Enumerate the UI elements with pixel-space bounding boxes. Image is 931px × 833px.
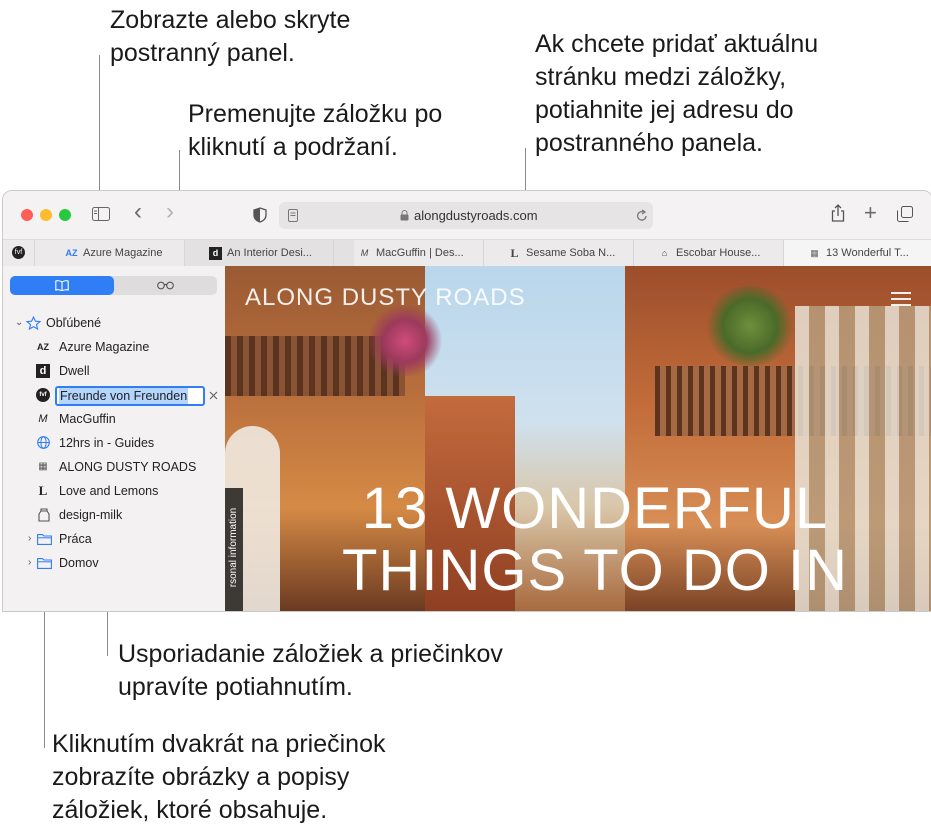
- tab-escobar-house[interactable]: ⌂ Escobar House...: [633, 240, 784, 266]
- tab-sesame-soba[interactable]: L Sesame Soba N...: [483, 240, 634, 266]
- tab-interior-design[interactable]: d An Interior Desi...: [184, 240, 354, 266]
- along-dusty-roads-favicon: ▦: [38, 461, 48, 472]
- design-milk-favicon: [38, 508, 50, 522]
- bookmark-design-milk[interactable]: design-milk: [3, 504, 225, 526]
- folder-icon: [37, 558, 52, 569]
- bookmark-rename-field[interactable]: Freunde von Freunden: [55, 386, 205, 406]
- callout-folder: Kliknutím dvakrát na priečinok zobrazíte…: [52, 730, 386, 824]
- bookmark-dwell[interactable]: d Dwell: [3, 360, 225, 382]
- tab-label: MacGuffin | Des...: [376, 247, 464, 259]
- bookmark-label: 12hrs in - Guides: [59, 436, 155, 450]
- hamburger-menu-icon-line[interactable]: [891, 298, 911, 300]
- site-title[interactable]: ALONG DUSTY ROADS: [245, 284, 526, 312]
- callout-add-page: Ak chcete pridať aktuálnu stránku medzi …: [535, 30, 819, 157]
- chevron-down-icon[interactable]: ⌄: [15, 312, 23, 334]
- forward-button[interactable]: ›: [166, 200, 174, 224]
- sidebar-icon[interactable]: [92, 207, 110, 221]
- bookmark-freunde-von-freunden[interactable]: fvf Freunde von Freunden: [3, 384, 225, 406]
- bookmark-label: MacGuffin: [59, 412, 116, 426]
- tab-macguffin[interactable]: M MacGuffin | Des...: [333, 240, 484, 266]
- tabs-overview-icon[interactable]: [897, 206, 913, 222]
- lock-icon: [400, 210, 409, 221]
- folder-label: Práca: [59, 532, 92, 546]
- bookmark-label: design-milk: [59, 508, 123, 522]
- leader-line-sidebar-toggle: [99, 55, 100, 203]
- minimize-button[interactable]: [40, 209, 52, 221]
- chevron-right-icon[interactable]: ›: [28, 552, 31, 574]
- callout-sidebar-toggle: Zobrazte alebo skryte postranný panel.: [110, 6, 351, 67]
- love-lemons-favicon: L: [38, 483, 48, 498]
- tab-label: Sesame Soba N...: [526, 247, 616, 259]
- bookmarks-tab[interactable]: [10, 276, 114, 295]
- close-icon[interactable]: [209, 391, 218, 400]
- shield-icon[interactable]: [253, 207, 267, 223]
- hamburger-menu-icon-line[interactable]: [891, 304, 911, 306]
- along-dusty-roads-favicon: ▦: [810, 247, 819, 258]
- close-button[interactable]: [21, 209, 33, 221]
- toolbar: ‹ › alongdustyroads.com +: [3, 191, 931, 239]
- reload-icon[interactable]: [636, 209, 648, 222]
- fvf-favicon: fvf: [36, 388, 50, 402]
- star-icon: [26, 316, 41, 330]
- new-tab-button[interactable]: +: [864, 202, 877, 224]
- bookmark-macguffin[interactable]: M MacGuffin: [3, 408, 225, 430]
- address-bar[interactable]: alongdustyroads.com: [279, 202, 653, 229]
- zoom-button[interactable]: [59, 209, 71, 221]
- tab-13-wonderful[interactable]: ▦ 13 Wonderful T...: [783, 240, 931, 266]
- design-milk-favicon: ⌂: [661, 247, 668, 258]
- reader-icon[interactable]: [288, 209, 298, 222]
- favorites-header[interactable]: ⌄ Obľúbené: [3, 312, 225, 334]
- bookmark-love-and-lemons[interactable]: L Love and Lemons: [3, 480, 225, 502]
- favorites-label: Obľúbené: [46, 316, 102, 330]
- privacy-tab-label[interactable]: rsonal information: [228, 491, 239, 604]
- folder-domov[interactable]: › Domov: [3, 552, 225, 574]
- macguffin-favicon: M: [38, 413, 48, 425]
- bookmark-label: Azure Magazine: [59, 340, 150, 354]
- dwell-favicon: d: [36, 364, 50, 378]
- tab-group-favicon[interactable]: fvf: [12, 246, 25, 259]
- callout-reorder: Usporiadanie záložiek a priečinkov uprav…: [118, 640, 503, 701]
- hamburger-menu-icon[interactable]: [891, 292, 911, 294]
- hero-image: ALONG DUSTY ROADS 13 WONDERFUL THINGS TO…: [225, 266, 931, 611]
- bookmark-azure-magazine[interactable]: AZ Azure Magazine: [3, 336, 225, 358]
- bookmark-label: Love and Lemons: [59, 484, 159, 498]
- azure-favicon: AZ: [65, 247, 78, 258]
- tab-bar: fvf AZ Azure Magazine d An Interior Desi..…: [3, 239, 931, 267]
- bookmark-rename-text: Freunde von Freunden: [59, 388, 189, 404]
- glasses-icon: [157, 281, 174, 290]
- tab-label: Escobar House...: [676, 247, 761, 259]
- palm-plant: [705, 286, 795, 366]
- globe-icon: [37, 436, 50, 449]
- tab-label: 13 Wonderful T...: [826, 247, 909, 259]
- back-button[interactable]: ‹: [134, 200, 142, 224]
- browser-window: ‹ › alongdustyroads.com + fvf AZ Azure M…: [2, 190, 931, 612]
- love-lemons-favicon: L: [510, 245, 519, 260]
- azure-favicon: AZ: [37, 342, 49, 352]
- dwell-favicon: d: [209, 246, 222, 260]
- left-flowers: [365, 306, 445, 376]
- url-text: alongdustyroads.com: [414, 208, 538, 223]
- macguffin-favicon: M: [360, 247, 369, 258]
- bookmark-12hrs-guides[interactable]: 12hrs in - Guides: [3, 432, 225, 454]
- chevron-right-icon[interactable]: ›: [28, 528, 31, 550]
- reading-list-tab[interactable]: [114, 276, 217, 295]
- bookmark-along-dusty-roads[interactable]: ▦ ALONG DUSTY ROADS: [3, 456, 225, 478]
- tab-label: Azure Magazine: [83, 247, 163, 259]
- bookmark-label: ALONG DUSTY ROADS: [59, 460, 197, 474]
- folder-label: Domov: [59, 556, 99, 570]
- sidebar-segmented-control: [10, 276, 217, 295]
- folder-prace[interactable]: › Práca: [3, 528, 225, 550]
- callout-rename: Premenujte záložku po kliknutí a podržan…: [188, 100, 443, 161]
- sidebar: ⌄ Obľúbené AZ Azure Magazine d Dwell fvf…: [3, 266, 226, 611]
- bookmark-label: Dwell: [59, 364, 90, 378]
- book-icon: [55, 280, 69, 292]
- share-icon[interactable]: [831, 204, 845, 222]
- folder-icon: [37, 534, 52, 545]
- tab-label: An Interior Desi...: [227, 247, 312, 259]
- hero-headline: 13 WONDERFUL THINGS TO DO IN: [342, 476, 848, 603]
